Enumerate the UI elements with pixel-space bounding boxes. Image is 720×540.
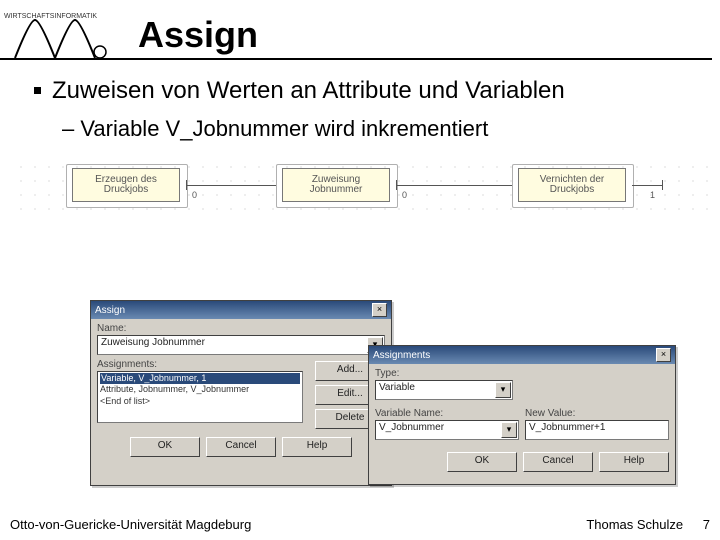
help-button[interactable]: Help	[282, 437, 352, 457]
newval-label: New Value:	[525, 408, 663, 419]
flow-box-3: Vernichten der Druckjobs	[518, 168, 626, 202]
page-number: 7	[687, 517, 710, 532]
list-row-3[interactable]: <End of list>	[100, 396, 300, 407]
footer-left: Otto-von-Guericke-Universität Magdeburg	[10, 517, 251, 532]
list-row-2[interactable]: Attribute, Jobnummer, V_Jobnummer	[100, 384, 300, 395]
type-field[interactable]: Variable	[375, 380, 513, 400]
name-field[interactable]: Zuweisung Jobnummer	[97, 335, 385, 355]
flow-box-2: Zuweisung Jobnummer	[282, 168, 390, 202]
sub-bullet: – Variable V_Jobnummer wird inkrementier…	[62, 116, 692, 142]
close-icon[interactable]: ×	[656, 348, 671, 362]
ok-button[interactable]: OK	[447, 452, 517, 472]
newval-field[interactable]: V_Jobnummer+1	[525, 420, 669, 440]
flow-zero-2: 0	[402, 190, 407, 200]
logo-text: WIRTSCHAFTSINFORMATIK	[4, 13, 97, 20]
varname-field[interactable]: V_Jobnummer	[375, 420, 519, 440]
flow-one: 1	[650, 190, 655, 200]
main-bullet: Zuweisen von Werten an Attribute und Var…	[34, 76, 692, 106]
cancel-button[interactable]: Cancel	[206, 437, 276, 457]
flow-zero-1: 0	[192, 190, 197, 200]
logo: WIRTSCHAFTSINFORMATIK	[0, 8, 120, 58]
help-button[interactable]: Help	[599, 452, 669, 472]
list-row-1[interactable]: Variable, V_Jobnummer, 1	[100, 373, 300, 384]
assign-dialog: Assign × Name: Zuweisung Jobnummer Assig…	[90, 300, 392, 486]
assign-dialog-title: Assign	[95, 305, 125, 316]
varname-label: Variable Name:	[375, 408, 513, 419]
flow-diagram: Erzeugen des Druckjobs 0 Zuweisung Jobnu…	[10, 156, 710, 218]
name-label: Name:	[97, 323, 385, 334]
assignments-dialog-title: Assignments	[373, 350, 430, 361]
cancel-button[interactable]: Cancel	[523, 452, 593, 472]
slide-title: Assign	[138, 14, 258, 58]
footer-right: Thomas Schulze	[586, 517, 683, 532]
type-label: Type:	[375, 368, 669, 379]
ok-button[interactable]: OK	[130, 437, 200, 457]
assignments-dialog: Assignments × Type: Variable Variable Na…	[368, 345, 676, 485]
close-icon[interactable]: ×	[372, 303, 387, 317]
assignments-list[interactable]: Variable, V_Jobnummer, 1 Attribute, Jobn…	[97, 371, 303, 423]
flow-box-1: Erzeugen des Druckjobs	[72, 168, 180, 202]
